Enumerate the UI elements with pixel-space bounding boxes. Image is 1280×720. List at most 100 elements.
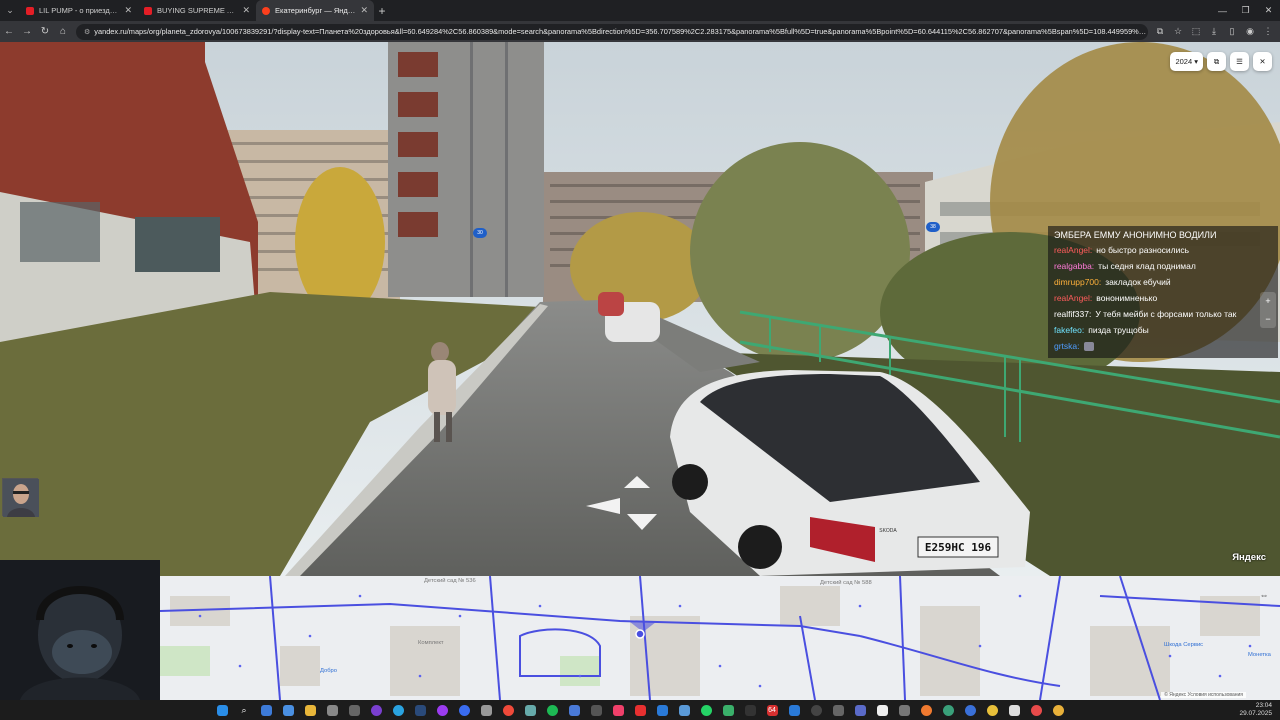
profile-icon[interactable]: ◉ (1242, 24, 1258, 40)
chat-message: grtska: (1054, 338, 1272, 354)
nav-arrow-forward[interactable] (624, 476, 650, 488)
app-icon[interactable] (893, 700, 915, 720)
app-icon[interactable] (343, 700, 365, 720)
map-poi-label[interactable]: Шкода Сервис (1164, 642, 1203, 648)
download-icon[interactable]: ⤓ (1206, 24, 1222, 40)
telegram-icon[interactable] (387, 700, 409, 720)
install-app-icon[interactable]: ⧉ (1152, 24, 1168, 40)
app-icon[interactable] (717, 700, 739, 720)
back-icon[interactable]: ← (0, 21, 18, 42)
vscode-icon[interactable] (783, 700, 805, 720)
tab-lil-pump[interactable]: LIL PUMP - о приезде в Росси… ✕ (20, 0, 138, 21)
mini-map[interactable]: Детский сад № 536 Детский сад № 588 Добр… (160, 576, 1280, 700)
music-icon[interactable] (607, 700, 629, 720)
nav-arrow-left[interactable] (586, 498, 620, 514)
year-selector[interactable]: 2024 ▾ (1170, 52, 1203, 71)
tab-title: BUYING SUPREME AT WALMA… (157, 6, 237, 15)
extensions-icon[interactable]: ⬚ (1188, 24, 1204, 40)
zoom-in-icon[interactable]: + (1265, 296, 1270, 306)
site-info-icon[interactable]: ⚙ (84, 28, 90, 36)
close-tab-icon[interactable]: ✕ (124, 5, 132, 16)
nav-arrow-back[interactable] (627, 514, 657, 530)
map-label: Детский сад № 536 (424, 578, 476, 584)
app-icon[interactable] (629, 700, 651, 720)
maximize-icon[interactable]: ❐ (1234, 0, 1257, 21)
chat-message: realgabba: ты седня клад поднимал (1054, 258, 1272, 274)
close-panorama-icon[interactable]: ✕ (1253, 52, 1272, 71)
firefox-icon[interactable] (915, 700, 937, 720)
file-explorer-icon[interactable] (299, 700, 321, 720)
bookmark-star-icon[interactable]: ☆ (1170, 24, 1186, 40)
map-poi-label[interactable]: Добро (320, 668, 337, 674)
steam-icon[interactable] (409, 700, 431, 720)
close-tab-icon[interactable]: ✕ (360, 5, 368, 16)
app-icon[interactable] (651, 700, 673, 720)
chat-nick: fakefeo: (1054, 325, 1085, 335)
chat-message: realfif337: У тебя мейби с форсами только… (1054, 306, 1272, 322)
terminal-icon[interactable] (739, 700, 761, 720)
tab-search-icon[interactable]: ⌄ (0, 0, 20, 21)
app-icon[interactable] (1025, 700, 1047, 720)
map-poi-label[interactable]: Монетка (1248, 652, 1271, 658)
windows-taskbar: ⌕ 64 (0, 700, 1280, 720)
settings-icon[interactable] (321, 700, 343, 720)
app-icon[interactable] (849, 700, 871, 720)
widgets-icon[interactable] (277, 700, 299, 720)
menu-icon[interactable]: ☰ (1230, 52, 1249, 71)
system-clock[interactable]: 23:04 29.07.2025 (1239, 700, 1272, 720)
map-label: Детский сад № 588 (820, 580, 872, 586)
desktop-icon[interactable] (255, 700, 277, 720)
map-zoom-controls[interactable]: + − (1260, 292, 1276, 328)
map-canvas (160, 576, 1280, 700)
reload-icon[interactable]: ↻ (36, 21, 54, 42)
app-icon[interactable] (871, 700, 893, 720)
tab-title: LIL PUMP - о приезде в Росси… (39, 6, 119, 15)
forward-icon[interactable]: → (18, 21, 36, 42)
spotify-icon[interactable] (541, 700, 563, 720)
app-icon[interactable] (981, 700, 1003, 720)
expand-map-icon[interactable]: ⇔ (1256, 588, 1272, 602)
streamer-webcam (0, 560, 160, 700)
search-icon[interactable]: ⌕ (233, 700, 255, 720)
app-icon[interactable] (585, 700, 607, 720)
chat-text: но быстро разносились (1096, 245, 1190, 255)
app-icon[interactable] (673, 700, 695, 720)
app-icon[interactable]: 64 (761, 700, 783, 720)
start-icon[interactable] (211, 700, 233, 720)
close-tab-icon[interactable]: ✕ (242, 5, 250, 16)
address-bar[interactable]: ⚙ yandex.ru/maps/org/planeta_zdorovya/10… (76, 23, 1148, 40)
minimize-icon[interactable]: — (1211, 0, 1234, 21)
split-view-icon[interactable]: ▯ (1224, 24, 1240, 40)
tab-supreme[interactable]: BUYING SUPREME AT WALMA… ✕ (138, 0, 256, 21)
browser-icon[interactable] (453, 700, 475, 720)
app-icon[interactable] (937, 700, 959, 720)
app-icon[interactable] (959, 700, 981, 720)
chat-text: пизда трущобы (1088, 325, 1149, 335)
clock-date: 29.07.2025 (1239, 710, 1272, 717)
app-icon[interactable] (431, 700, 453, 720)
youtube-icon (144, 6, 152, 15)
house-number-sign: 38 (930, 224, 936, 230)
app-icon[interactable] (1003, 700, 1025, 720)
app-icon[interactable] (805, 700, 827, 720)
address-toolbar: ← → ↻ ⌂ ⚙ yandex.ru/maps/org/planeta_zdo… (0, 21, 1280, 42)
zoom-out-icon[interactable]: − (1265, 314, 1270, 324)
app-icon[interactable] (475, 700, 497, 720)
close-window-icon[interactable]: ✕ (1257, 0, 1280, 21)
chat-message: fakefeo: пизда трущобы (1054, 322, 1272, 338)
app-icon[interactable] (563, 700, 585, 720)
chrome-icon[interactable] (1047, 700, 1069, 720)
app-icon[interactable] (365, 700, 387, 720)
yandex-browser-icon[interactable] (497, 700, 519, 720)
app-icon[interactable] (827, 700, 849, 720)
browser-menu-icon[interactable]: ⋮ (1260, 24, 1276, 40)
app-icon[interactable] (519, 700, 541, 720)
chat-header: ЭМБЕРА ЕММУ АНОНИМНО ВОДИЛИ (1054, 230, 1217, 240)
url-text: yandex.ru/maps/org/planeta_zdorovya/1006… (94, 27, 1148, 36)
new-tab-button[interactable]: + (374, 4, 390, 18)
tab-yandex-maps[interactable]: Екатеринбург — Яндекс Карт… ✕ (256, 0, 374, 21)
home-icon[interactable]: ⌂ (54, 21, 72, 42)
whatsapp-icon[interactable] (695, 700, 717, 720)
chat-message: dimrupp700: закладок ебучий (1054, 274, 1272, 290)
open-external-icon[interactable]: ⧉ (1207, 52, 1226, 71)
